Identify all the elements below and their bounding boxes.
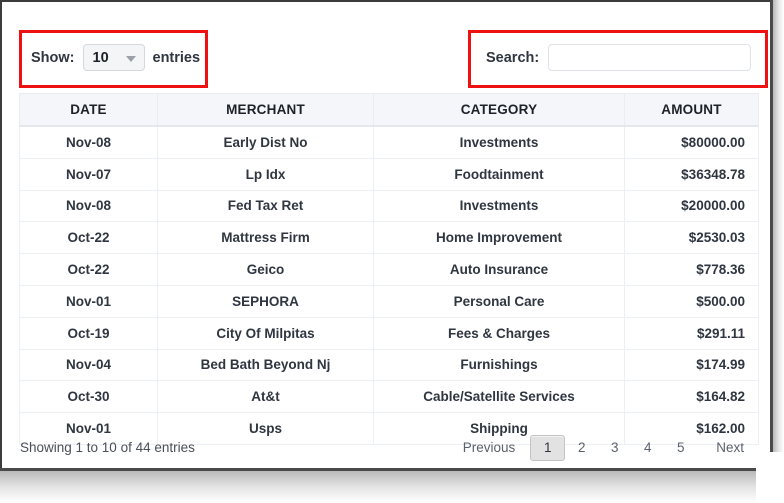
cell-merchant: City Of Milpitas [157,316,374,350]
search-input[interactable] [548,44,752,71]
frame-shadow-right [773,0,784,503]
cell-merchant: At&t [157,380,374,414]
column-header-amount[interactable]: AMOUNT [624,93,759,127]
table-body: Nov-08 Early Dist No Investments $80000.… [19,125,759,445]
entries-per-page-select[interactable]: 10 [82,44,145,71]
table-length-control: Show: 10 entries [31,44,200,71]
column-header-category[interactable]: CATEGORY [373,93,625,127]
entries-per-page-value: 10 [92,49,109,66]
pagination-page-3[interactable]: 3 [598,435,631,461]
cell-merchant: SEPHORA [157,284,374,318]
cell-amount: $164.82 [624,380,759,414]
table-row[interactable]: Nov-01 SEPHORA Personal Care $500.00 [19,284,759,318]
cell-category: Furnishings [373,348,625,382]
table-row[interactable]: Nov-07 Lp Idx Foodtainment $36348.78 [19,157,759,191]
table-row[interactable]: Nov-08 Early Dist No Investments $80000.… [19,125,759,159]
cell-category: Personal Care [373,284,625,318]
cell-merchant: Bed Bath Beyond Nj [157,348,374,382]
cell-amount: $2530.03 [624,221,759,255]
cell-merchant: Early Dist No [157,125,374,159]
table-length-label: Show: [31,49,75,66]
pagination-previous[interactable]: Previous [454,435,525,461]
cell-date: Nov-01 [19,284,158,318]
cell-category: Cable/Satellite Services [373,380,625,414]
pagination-page-4[interactable]: 4 [631,435,664,461]
cell-category: Investments [373,189,625,223]
cell-category: Investments [373,125,625,159]
column-header-merchant[interactable]: MERCHANT [157,93,374,127]
table-row[interactable]: Oct-19 City Of Milpitas Fees & Charges $… [19,316,759,350]
cell-amount: $36348.78 [624,157,759,191]
table-row[interactable]: Nov-04 Bed Bath Beyond Nj Furnishings $1… [19,348,759,382]
cell-amount: $174.99 [624,348,759,382]
cell-category: Fees & Charges [373,316,625,350]
cell-amount: $80000.00 [624,125,759,159]
cell-amount: $20000.00 [624,189,759,223]
cell-category: Foodtainment [373,157,625,191]
cell-date: Nov-04 [19,348,158,382]
table-header-row: DATE MERCHANT CATEGORY AMOUNT [19,93,759,127]
table-info-text: Showing 1 to 10 of 44 entries [20,440,195,455]
cell-date: Nov-08 [19,189,158,223]
cell-date: Oct-22 [19,221,158,255]
table-row[interactable]: Oct-22 Geico Auto Insurance $778.36 [19,253,759,286]
column-header-date[interactable]: DATE [19,93,158,127]
frame-shadow-bottom [0,471,784,503]
search-label: Search: [486,49,540,66]
table-header: DATE MERCHANT CATEGORY AMOUNT [19,93,759,127]
cell-merchant: Geico [157,253,374,286]
pagination-page-5[interactable]: 5 [664,435,697,461]
cell-amount: $500.00 [624,284,759,318]
cell-amount: $778.36 [624,253,759,286]
cell-date: Oct-19 [19,316,158,350]
pagination-page-2[interactable]: 2 [565,435,598,461]
transactions-table: DATE MERCHANT CATEGORY AMOUNT Nov-08 Ear… [19,93,759,445]
cell-date: Oct-22 [19,253,158,286]
pagination-next[interactable]: Next [707,435,753,461]
cell-category: Auto Insurance [373,253,625,286]
cell-category: Home Improvement [373,221,625,255]
window-frame: Show: 10 entries Search: DATE MERCHANT C… [0,0,784,503]
table-search-control: Search: [486,44,752,71]
cell-date: Oct-30 [19,380,158,414]
pagination: Previous 1 2 3 4 5 Next [454,435,753,461]
pagination-page-1[interactable]: 1 [530,435,566,461]
datatable-panel: Show: 10 entries Search: DATE MERCHANT C… [2,2,770,468]
cell-amount: $291.11 [624,316,759,350]
table-length-suffix: entries [152,49,201,66]
cell-merchant: Lp Idx [157,157,374,191]
table-row[interactable]: Oct-30 At&t Cable/Satellite Services $16… [19,380,759,414]
cell-date: Nov-08 [19,125,158,159]
chevron-down-icon [125,56,136,62]
cell-merchant: Fed Tax Ret [157,189,374,223]
table-row[interactable]: Oct-22 Mattress Firm Home Improvement $2… [19,221,759,255]
table-row[interactable]: Nov-08 Fed Tax Ret Investments $20000.00 [19,189,759,223]
cell-merchant: Mattress Firm [157,221,374,255]
cell-date: Nov-07 [19,157,158,191]
